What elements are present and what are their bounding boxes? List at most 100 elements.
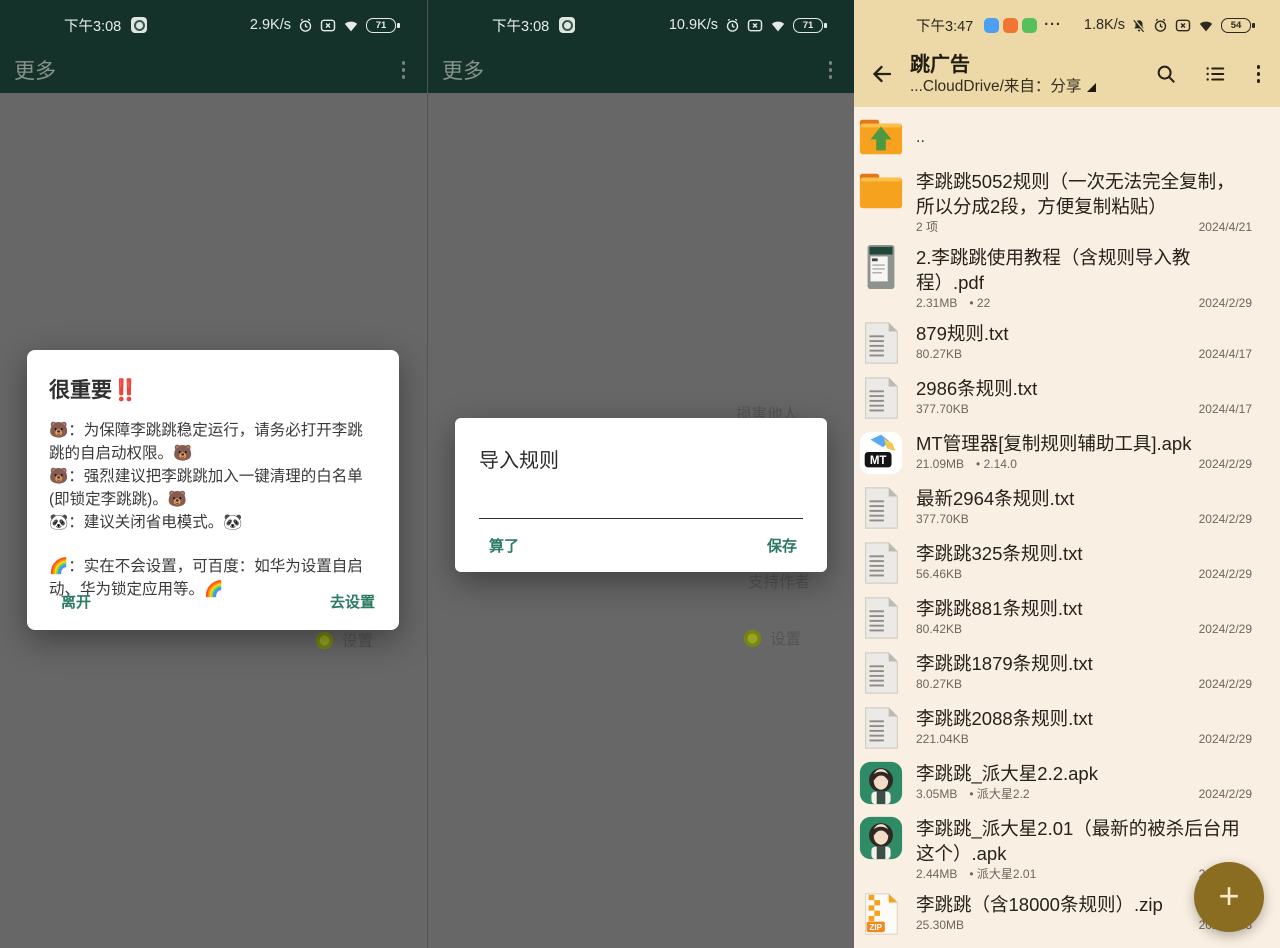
page-title: 更多 — [442, 55, 484, 85]
txt-icon — [858, 650, 904, 696]
file-date: 2024/2/29 — [1199, 567, 1252, 582]
dialog-title: 导入规则 — [479, 444, 803, 473]
file-row[interactable]: 李跳跳5052规则（一次无法完全复制，所以分成2段，方便复制粘贴） 2 项 20… — [854, 164, 1280, 240]
file-date: 2024/2/29 — [1199, 787, 1252, 802]
zip-icon: ZIP — [858, 891, 904, 937]
file-size: 221.04KB — [916, 732, 969, 747]
leave-button[interactable]: 离开 — [61, 591, 91, 612]
file-row[interactable]: 李跳跳2088条规则.txt 221.04KB 2024/2/29 — [854, 701, 1280, 756]
sim-x-icon — [1175, 19, 1191, 32]
network-speed: 1.8K/s — [1084, 17, 1125, 33]
file-manager-appbar: 跳广告 ...CloudDrive/来自：分享 — [854, 46, 1280, 102]
file-row[interactable]: 李跳跳881条规则.txt 80.42KB 2024/2/29 — [854, 591, 1280, 646]
file-row[interactable]: 李跳跳325条规则.txt 56.46KB 2024/2/29 — [854, 536, 1280, 591]
txt-icon — [858, 540, 904, 586]
svg-text:ZIP: ZIP — [869, 923, 882, 932]
pdf-icon — [858, 244, 904, 290]
view-list-icon[interactable] — [1204, 63, 1226, 85]
txt-icon — [858, 485, 904, 531]
add-fab-button[interactable]: + — [1194, 862, 1264, 932]
file-size: 21.09MB • 2.14.0 — [916, 457, 1017, 472]
dialog-paragraph — [49, 534, 377, 555]
overflow-menu-icon[interactable] — [398, 57, 410, 83]
right-statusbar: 下午3:47 ··· 1.8K/s — [854, 0, 1280, 46]
file-row[interactable]: 2.李跳跳使用教程（含规则导入教程）.pdf 2.31MB • 22 2024/… — [854, 240, 1280, 316]
breadcrumb[interactable]: ...CloudDrive/来自：分享 — [910, 77, 1143, 96]
dialog-paragraph: 🐻：为保障李跳跳稳定运行，请务必打开李跳跳的自启动权限。🐻 — [49, 419, 377, 465]
file-manager-header: 下午3:47 ··· 1.8K/s — [854, 0, 1280, 107]
file-name: 2986条规则.txt — [916, 376, 1252, 401]
settings-dot-icon — [316, 632, 333, 649]
mid-statusbar: 下午3:08 10.9K/s 71 — [428, 0, 854, 46]
clock-text: 下午3:08 — [64, 15, 121, 36]
dialog-paragraph: 🐼：建议关闭省电模式。🐼 — [49, 511, 377, 534]
file-row[interactable]: .. — [854, 109, 1280, 164]
txt-icon — [858, 375, 904, 421]
file-name: 2.李跳跳使用教程（含规则导入教程）.pdf — [916, 245, 1252, 295]
dialog-title: 很重要‼️ — [49, 374, 377, 404]
save-button[interactable]: 保存 — [767, 535, 797, 556]
file-row[interactable]: 2986条规则.txt 377.70KB 2024/4/17 — [854, 371, 1280, 426]
search-icon[interactable] — [1155, 63, 1177, 85]
file-size: 377.70KB — [916, 402, 969, 417]
forget-it-button[interactable]: 算了 — [489, 535, 519, 556]
screen-right: 下午3:47 ··· 1.8K/s — [854, 0, 1280, 948]
go-settings-button[interactable]: 去设置 — [330, 591, 375, 612]
file-size: 377.70KB — [916, 512, 969, 527]
folder-title: 跳广告 — [910, 53, 1143, 77]
sim-x-icon — [747, 19, 763, 32]
file-name: 李跳跳_派大星2.2.apk — [916, 761, 1252, 786]
screen-left: 下午3:08 2.9K/s 71 更多 设置 — [0, 0, 427, 948]
file-date: 2024/2/29 — [1199, 296, 1252, 311]
file-row[interactable]: 李跳跳_派大星2.2.apk 3.05MB • 派大星2.2 2024/2/29 — [854, 756, 1280, 811]
file-date: 2024/4/17 — [1199, 402, 1252, 417]
left-header: 下午3:08 2.9K/s 71 更多 — [0, 0, 427, 93]
path-dropdown-icon — [1087, 83, 1096, 92]
txt-icon — [858, 595, 904, 641]
app-icon-orange — [1003, 18, 1018, 33]
file-row[interactable]: 879规则.txt 80.27KB 2024/4/17 — [854, 316, 1280, 371]
file-name: 879规则.txt — [916, 321, 1252, 346]
txt-icon — [858, 705, 904, 751]
file-size: 25.30MB — [916, 918, 964, 933]
file-row[interactable]: MT MT管理器[复制规则辅助工具].apk 21.09MB • 2.14.0 … — [854, 426, 1280, 481]
svg-text:MT: MT — [870, 455, 887, 467]
file-size: 2 项 — [916, 220, 938, 235]
ghost-settings-item: 设置 — [744, 627, 801, 649]
file-name: 李跳跳325条规则.txt — [916, 541, 1252, 566]
dialog-body: 🐻：为保障李跳跳稳定运行，请务必打开李跳跳的自启动权限。🐻🐻：强烈建议把李跳跳加… — [49, 419, 377, 601]
notification-app-icon — [559, 17, 575, 33]
overflow-menu-icon[interactable] — [825, 57, 837, 83]
file-name: 最新2964条规则.txt — [916, 486, 1252, 511]
sim-x-icon — [320, 19, 336, 32]
rule-input[interactable] — [479, 497, 803, 519]
file-date: 2024/2/29 — [1199, 457, 1252, 472]
plus-icon: + — [1218, 878, 1239, 914]
file-date: 2024/4/21 — [1199, 220, 1252, 235]
page-title: 更多 — [14, 55, 56, 85]
overflow-menu-icon[interactable] — [1253, 61, 1265, 87]
file-row[interactable]: 李跳跳1879条规则.txt 80.27KB 2024/2/29 — [854, 646, 1280, 701]
file-name: 李跳跳881条规则.txt — [916, 596, 1252, 621]
wifi-icon — [1198, 19, 1214, 32]
file-size: 2.44MB • 派大星2.01 — [916, 867, 1036, 882]
app-icon-blue — [984, 18, 999, 33]
network-speed: 10.9K/s — [669, 17, 718, 33]
file-date: 2024/4/17 — [1199, 347, 1252, 362]
girl-icon — [858, 760, 904, 806]
mid-header: 下午3:08 10.9K/s 71 更多 — [428, 0, 854, 93]
file-name: 李跳跳1879条规则.txt — [916, 651, 1252, 676]
left-statusbar: 下午3:08 2.9K/s 71 — [0, 0, 427, 46]
file-row[interactable]: 规则328.txt 59.06KB 2024/4/17 — [854, 942, 1280, 948]
clock-text: 下午3:08 — [492, 15, 549, 36]
file-size: 80.27KB — [916, 347, 962, 362]
girl-icon — [858, 815, 904, 861]
more-notifications: ··· — [1044, 17, 1062, 33]
file-list: .. 李跳跳5052规则（一次无法完全复制，所以分成2段，方便复制粘贴） 2 项… — [854, 107, 1280, 948]
dialog-paragraph: 🐻：强烈建议把李跳跳加入一键清理的白名单(即锁定李跳跳)。🐻 — [49, 465, 377, 511]
title-block[interactable]: 跳广告 ...CloudDrive/来自：分享 — [910, 53, 1143, 96]
back-button[interactable] — [866, 58, 898, 90]
notification-app-icons: ··· — [984, 17, 1062, 33]
file-row[interactable]: 最新2964条规则.txt 377.70KB 2024/2/29 — [854, 481, 1280, 536]
alarm-icon — [1153, 18, 1168, 33]
